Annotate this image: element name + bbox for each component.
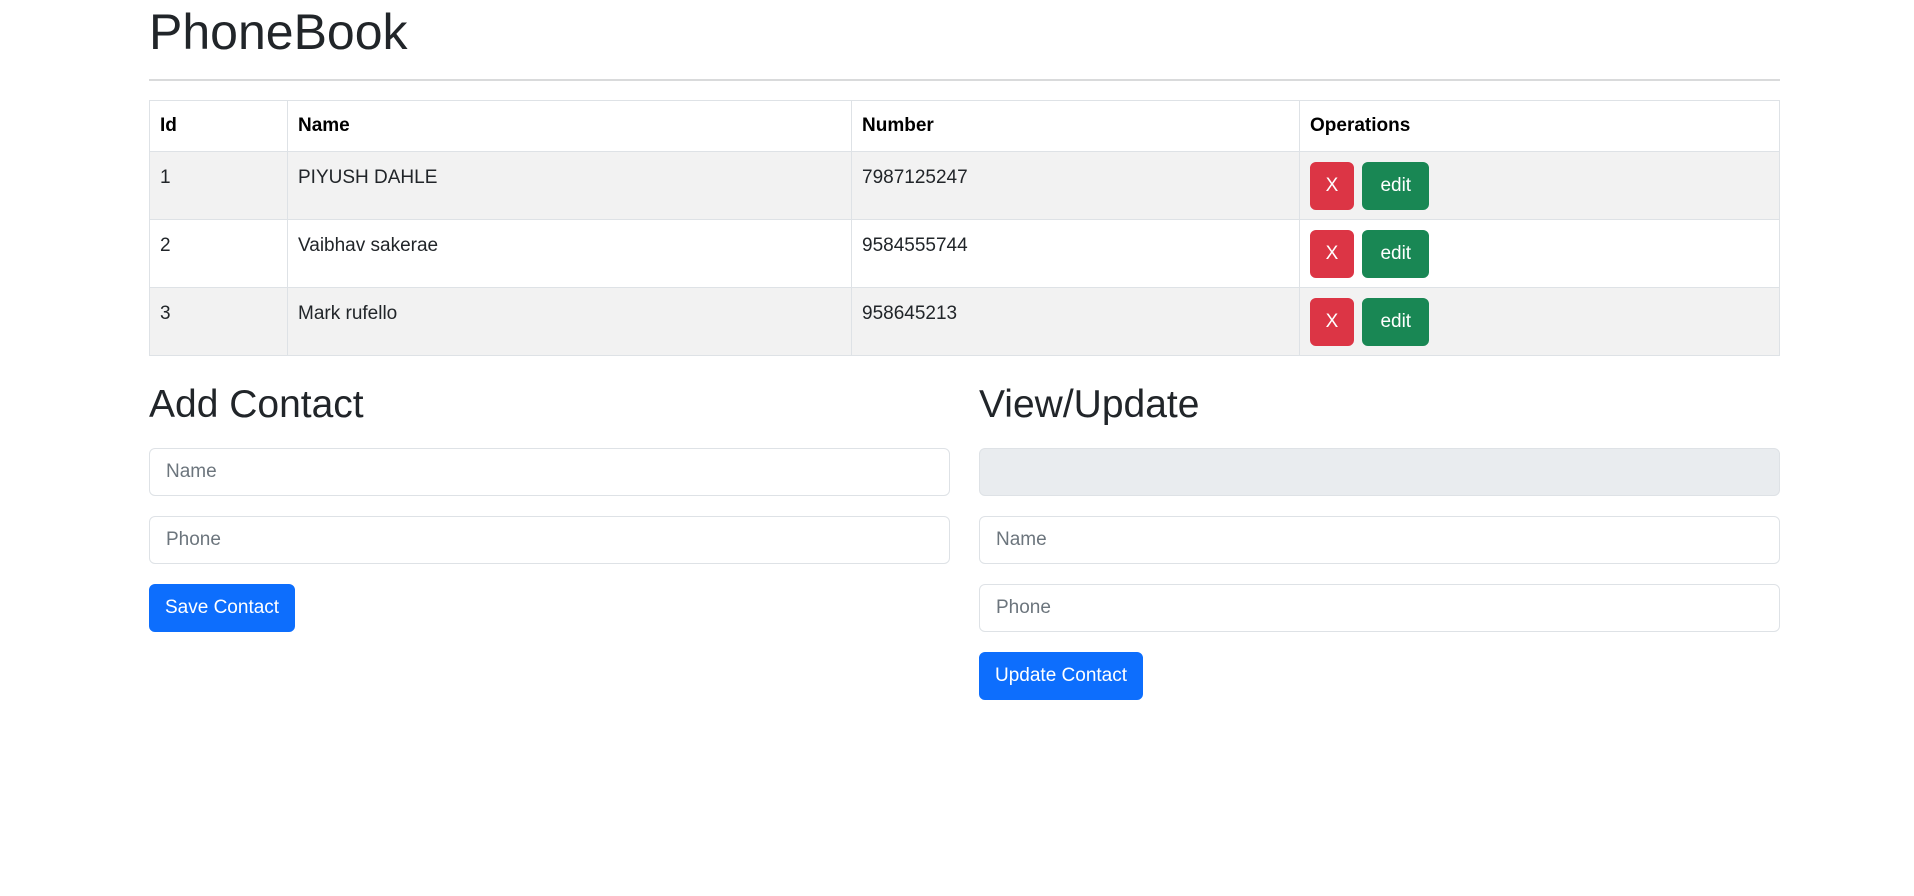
add-contact-title: Add Contact [149,383,364,426]
cell-id: 3 [149,287,288,356]
cell-id: 2 [149,219,288,288]
page-container: PhoneBook Id Name Number Operations 1 PI… [149,0,1780,700]
cell-id: 1 [149,151,288,220]
column-header-number: Number [851,100,1300,152]
delete-button[interactable]: X [1310,298,1354,346]
table-row: 3 Mark rufello 958645213 X edit [149,287,1780,356]
cell-number: 7987125247 [851,151,1300,220]
contacts-table: Id Name Number Operations 1 PIYUSH DAHLE… [149,100,1780,356]
page-title: PhoneBook [149,4,408,60]
cell-name: Vaibhav sakerae [287,219,852,288]
column-header-id: Id [149,100,288,152]
edit-button[interactable]: edit [1362,298,1430,346]
column-header-operations: Operations [1299,100,1780,152]
update-name-input[interactable] [979,516,1780,564]
edit-button[interactable]: edit [1362,230,1430,278]
cell-operations: X edit [1299,287,1780,356]
table-header-row: Id Name Number Operations [149,100,1780,152]
add-name-input[interactable] [149,448,950,496]
edit-button[interactable]: edit [1362,162,1430,210]
update-id-input [979,448,1780,496]
delete-button[interactable]: X [1310,230,1354,278]
cell-name: Mark rufello [287,287,852,356]
forms-row: Add Contact Save Contact View/Update Upd… [149,382,1780,700]
cell-number: 958645213 [851,287,1300,356]
title-divider [149,79,1780,81]
add-contact-form: Add Contact Save Contact [149,382,950,700]
delete-button[interactable]: X [1310,162,1354,210]
add-phone-input[interactable] [149,516,950,564]
table-row: 2 Vaibhav sakerae 9584555744 X edit [149,219,1780,288]
column-header-name: Name [287,100,852,152]
cell-number: 9584555744 [851,219,1300,288]
view-update-title: View/Update [979,383,1200,426]
cell-operations: X edit [1299,151,1780,220]
update-contact-button[interactable]: Update Contact [979,652,1144,700]
update-phone-input[interactable] [979,584,1780,632]
view-update-form: View/Update Update Contact [979,382,1780,700]
cell-name: PIYUSH DAHLE [287,151,852,220]
table-row: 1 PIYUSH DAHLE 7987125247 X edit [149,151,1780,220]
save-contact-button[interactable]: Save Contact [149,584,296,632]
cell-operations: X edit [1299,219,1780,288]
